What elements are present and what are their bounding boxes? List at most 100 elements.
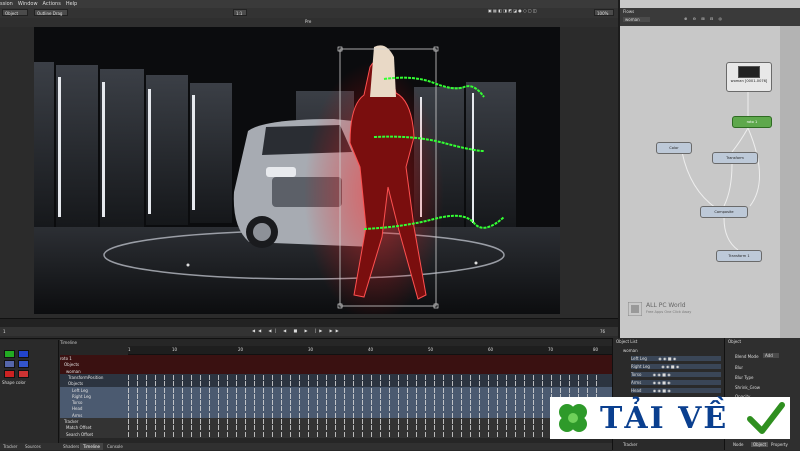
clover-icon xyxy=(559,404,587,432)
menu-actions[interactable]: Actions xyxy=(43,1,61,7)
timeline-track[interactable] xyxy=(128,356,604,361)
object-list-item[interactable]: Right Leg ◉ ◉ ■ ◉ xyxy=(631,364,721,369)
object-footer[interactable]: Tracker xyxy=(623,442,637,447)
node-woman-label: woman [0001-0076] xyxy=(730,79,768,83)
timeline-track[interactable] xyxy=(128,406,604,412)
badge-text: TẢI VỀ xyxy=(600,401,729,436)
node-composite[interactable]: Composite xyxy=(700,206,748,218)
end-frame[interactable]: 76 xyxy=(600,329,605,334)
ruler-tick: 10 xyxy=(172,347,178,352)
watermark-title: ALL PC World xyxy=(646,302,686,309)
viewer-frame-image xyxy=(34,27,560,314)
node-color[interactable]: Color xyxy=(656,142,692,154)
watermark-logo-icon xyxy=(628,302,642,316)
object-list-item-label: Left Leg xyxy=(631,356,647,361)
start-frame[interactable]: 1 xyxy=(3,329,6,334)
object-list-item-label: Right Leg xyxy=(631,364,650,369)
download-badge[interactable]: TẢI VỀ xyxy=(550,397,790,439)
color-swatch-slate[interactable] xyxy=(4,360,15,368)
color-swatch-blue2[interactable] xyxy=(18,360,29,368)
zoom-select[interactable]: 100% xyxy=(594,9,614,16)
timeline-track[interactable] xyxy=(128,425,604,431)
tab-shaders[interactable]: Shaders xyxy=(60,443,82,450)
layer-select[interactable]: Outline Drag xyxy=(34,9,68,16)
props-title: Object xyxy=(728,339,742,344)
viewer-sub-bar: Pre xyxy=(0,18,618,27)
blend-mode-select[interactable]: Add xyxy=(763,353,779,358)
layer-toggle-icons[interactable]: ◉ ◉ ■ ◉ xyxy=(660,364,679,369)
object-list-item[interactable]: Head ◉ ◉ ■ ◉ xyxy=(631,388,721,393)
timeline-track[interactable] xyxy=(128,419,604,424)
flow-connections xyxy=(681,90,760,251)
shape-color-label: Shape color xyxy=(2,380,26,385)
ruler-tick: 40 xyxy=(368,347,374,352)
layer-toggle-icons[interactable]: ◉ ◉ ■ ◉ xyxy=(651,380,671,385)
node-thumbnail xyxy=(738,66,760,78)
playback-controls[interactable]: ◀◀ ◀| ◀ ■ ▶ |▶ ▶▶ xyxy=(252,328,342,333)
color-swatch-green[interactable] xyxy=(4,350,15,358)
tab-node[interactable]: Node xyxy=(733,442,743,447)
object-list-item-label: Head xyxy=(631,388,642,393)
color-swatch-red[interactable] xyxy=(4,370,15,378)
ruler-tick: 30 xyxy=(308,347,314,352)
transport-bar: 1 ◀◀ ◀| ◀ ■ ▶ |▶ ▶▶ 76 xyxy=(0,327,618,336)
watermark-subtitle: Free Apps One Click Away xyxy=(646,310,692,314)
timeline-track[interactable] xyxy=(128,369,604,374)
shape-color-panel: Shape color xyxy=(0,340,59,450)
bottom-tab-bar: Tracker Sources Shaders Timeline Console xyxy=(0,443,612,450)
timeline-track[interactable] xyxy=(128,400,604,406)
tab-timeline[interactable]: Timeline xyxy=(80,443,104,450)
layer-toggle-icons[interactable]: ◉ ◉ ■ ◉ xyxy=(657,356,676,361)
channel-icons[interactable]: ▣ ▦ ◧ ◨ ◩ ◪ ● ○ ▢ ◫ xyxy=(488,8,537,13)
watermark: ALL PC World Free Apps One Click Away xyxy=(628,300,718,330)
node-transform[interactable]: Transform xyxy=(712,152,758,164)
object-list-item[interactable]: Torso ◉ ◉ ■ ◉ xyxy=(631,372,721,377)
viewer-tab[interactable]: Pre xyxy=(305,19,311,24)
layer-toggle-icons[interactable]: ◉ ◉ ■ ◉ xyxy=(651,372,671,377)
timeline-track[interactable] xyxy=(128,431,604,437)
timeline-track[interactable] xyxy=(128,387,604,393)
tab-property[interactable]: Property xyxy=(771,442,788,447)
blend-mode-label: Blend Mode xyxy=(735,354,759,359)
layer-toggle-icons[interactable]: ◉ ◉ ■ ◉ xyxy=(651,388,671,393)
timeline-row[interactable]: Search Offset xyxy=(60,430,612,438)
ruler-tick: 80 xyxy=(593,347,599,352)
tab-object[interactable]: Object xyxy=(751,442,769,447)
timeline-track[interactable] xyxy=(128,381,604,387)
view-fit-select[interactable]: 1:1 xyxy=(233,9,247,16)
object-list-item-label: Arms xyxy=(631,380,642,385)
object-root[interactable]: woman xyxy=(623,348,638,353)
object-list-item[interactable]: Left Leg ◉ ◉ ■ ◉ xyxy=(631,356,721,361)
viewer-canvas[interactable] xyxy=(34,27,560,314)
checkmark-icon xyxy=(747,402,785,434)
mode-select[interactable]: Object xyxy=(2,9,28,16)
tab-console[interactable]: Console xyxy=(104,443,126,450)
tab-sources[interactable]: Sources xyxy=(22,443,44,450)
flow-sidebar xyxy=(780,26,800,338)
object-list-item[interactable]: Arms ◉ ◉ ■ ◉ xyxy=(631,380,721,385)
shrink-grow-label: Shrink_Grow xyxy=(735,385,761,390)
color-swatch-red2[interactable] xyxy=(18,370,29,378)
node-transform-1[interactable]: Transform 1 xyxy=(716,250,762,262)
timeline-track[interactable] xyxy=(128,374,604,380)
timeline-ruler[interactable]: 1 10 20 30 40 50 60 70 80 xyxy=(128,346,612,355)
ruler-tick: 70 xyxy=(548,347,554,352)
color-swatch-blue[interactable] xyxy=(18,350,29,358)
tab-tracker[interactable]: Tracker xyxy=(0,443,20,450)
node-woman-source[interactable]: woman [0001-0076] xyxy=(726,62,772,92)
ruler-tick: 50 xyxy=(428,347,434,352)
ruler-tick: 1 xyxy=(128,347,131,352)
menu-window[interactable]: Window xyxy=(18,1,38,7)
blur-type-label: Blur Type xyxy=(735,375,754,380)
timeline-rows: roto 1 Objects woman TransformPosition Objec… xyxy=(60,355,612,438)
timeline-track[interactable] xyxy=(128,393,604,399)
timeline-track[interactable] xyxy=(128,412,604,418)
flow-graph-panel[interactable]: Flows woman ⊕ ⊖ ⊞ ⊟ ◎ woman [0001-0076] … xyxy=(618,0,800,338)
blur-label: Blur xyxy=(735,365,744,370)
menu-help[interactable]: Help xyxy=(66,1,77,7)
object-list-item-label: Torso xyxy=(631,372,642,377)
node-roto[interactable]: roto 1 xyxy=(732,116,772,128)
timeline-track[interactable] xyxy=(128,362,604,367)
menu-session[interactable]: ssion xyxy=(0,1,13,7)
ruler-tick: 60 xyxy=(488,347,494,352)
